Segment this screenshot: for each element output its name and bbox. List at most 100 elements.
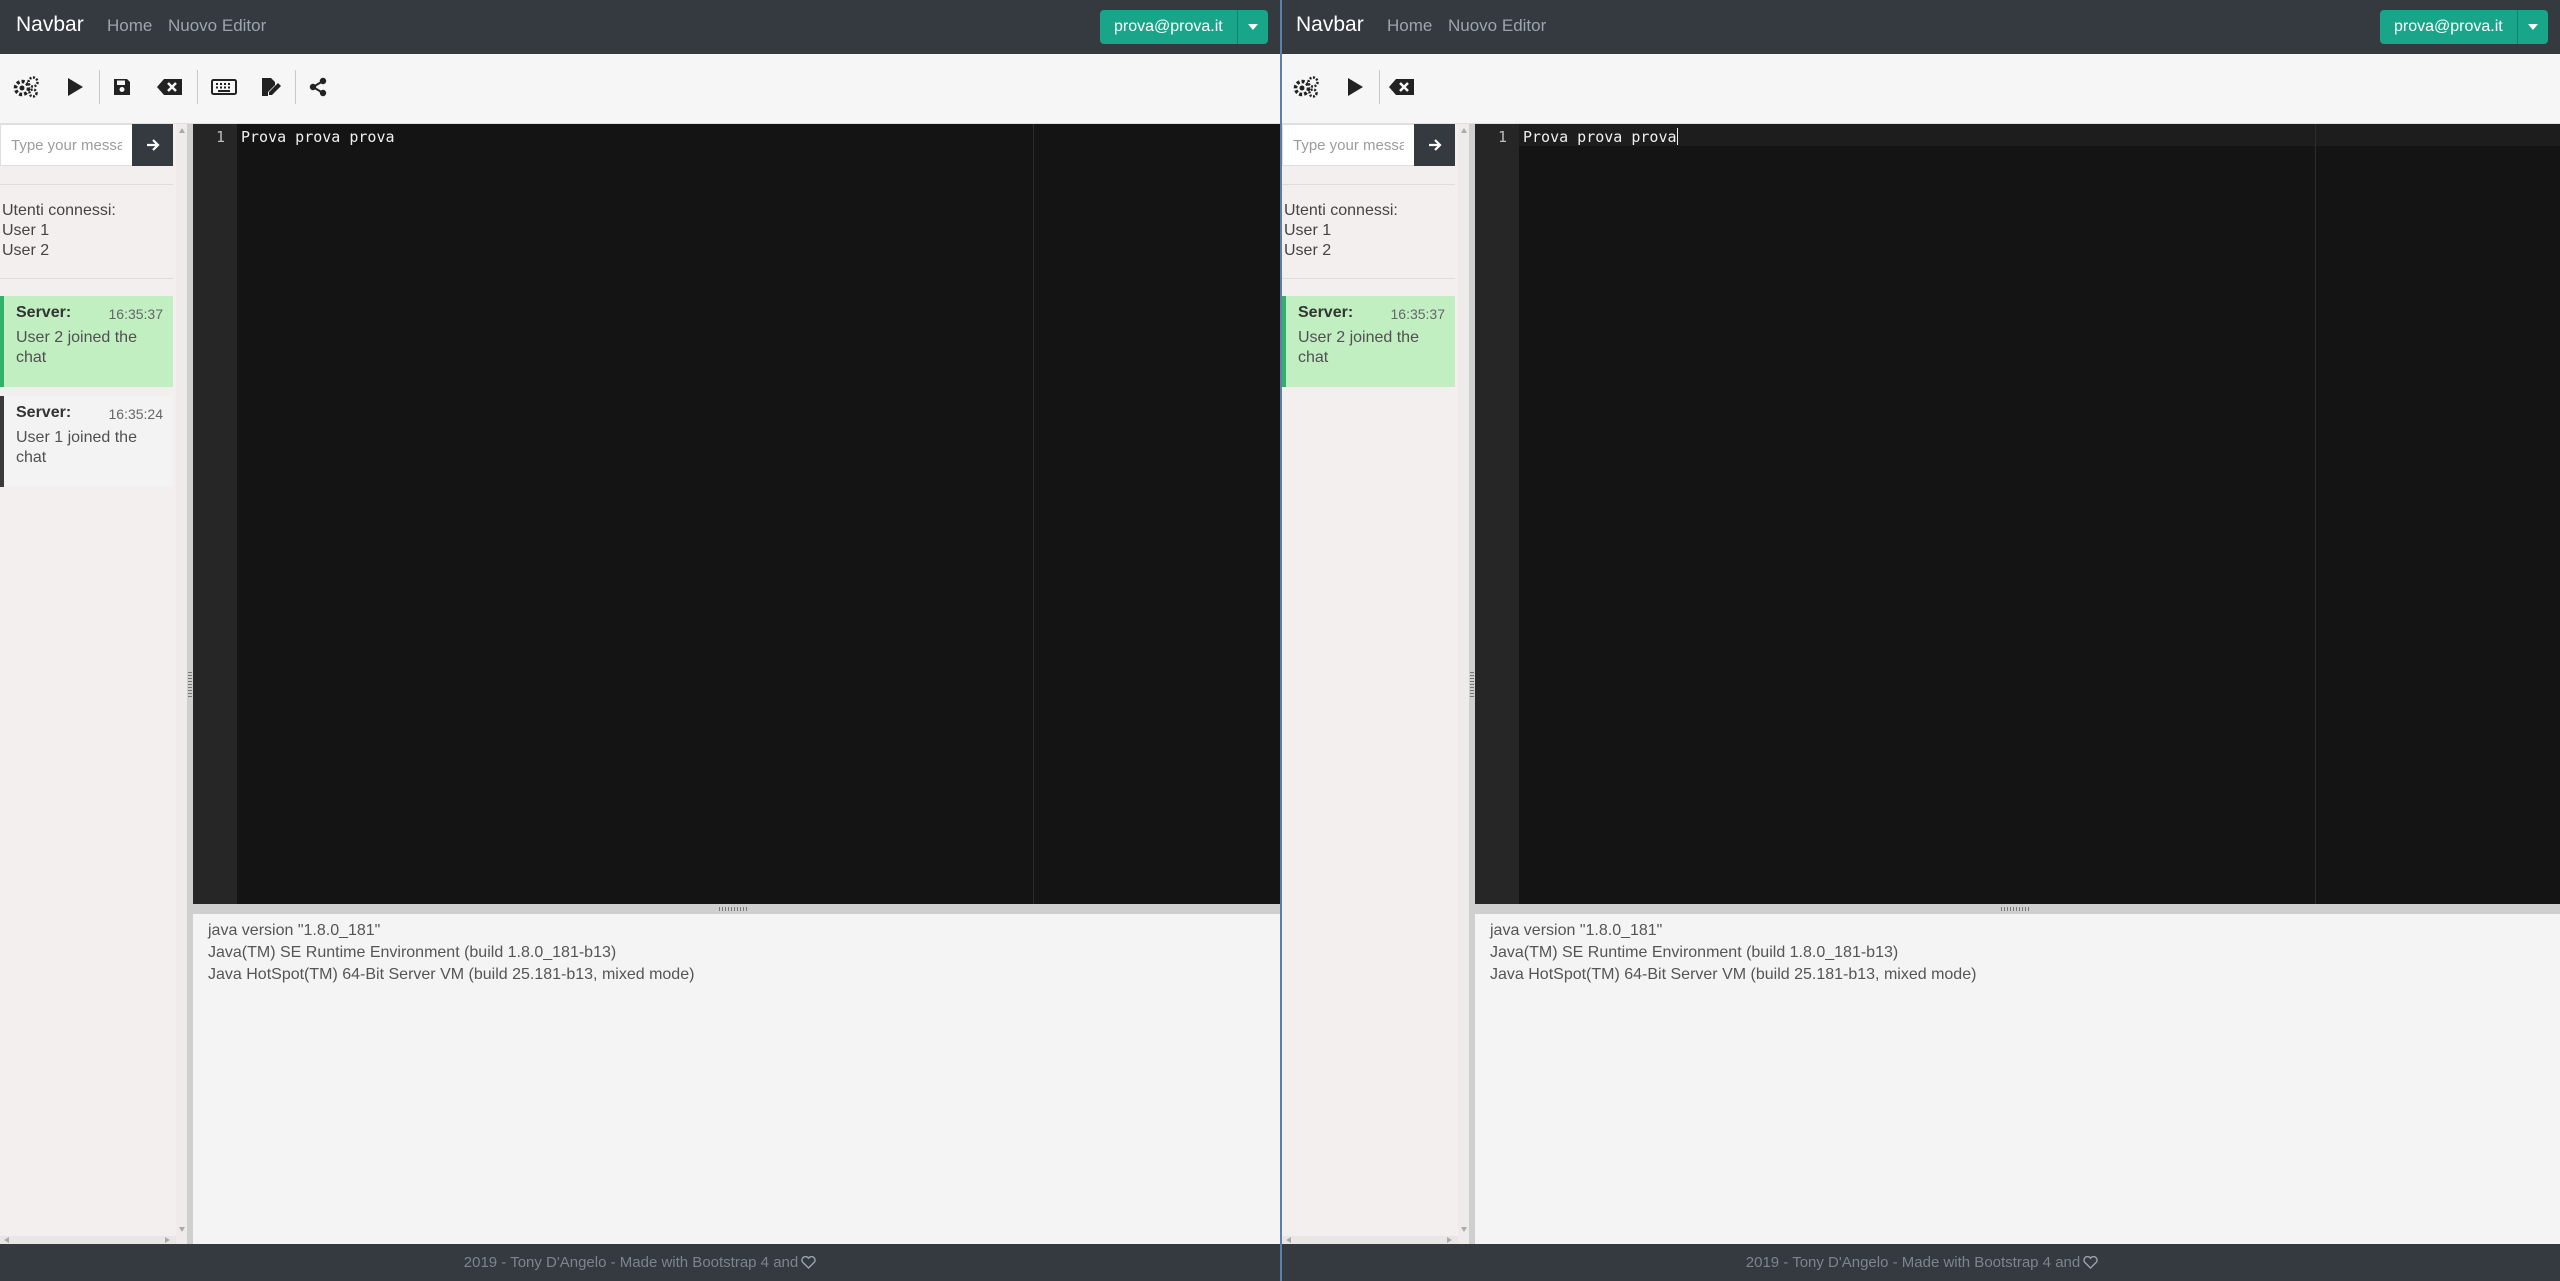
grip-icon — [188, 672, 192, 698]
nav-link-home[interactable]: Home — [107, 16, 152, 36]
save-icon — [114, 79, 130, 95]
console-line: Java(TM) SE Runtime Environment (build 1… — [1490, 944, 1899, 961]
scroll-left-icon — [4, 1237, 9, 1243]
share-icon — [309, 77, 327, 97]
navbar: Navbar Home Nuovo Editor prova@prova.it — [0, 0, 1280, 54]
arrow-right-icon — [1428, 139, 1442, 151]
settings-icon — [13, 76, 39, 98]
code-line[interactable]: Prova prova prova — [1523, 128, 1678, 146]
connected-users: Utenti connessi: User 1 User 2 — [2, 201, 116, 261]
grip-icon — [719, 907, 749, 911]
message-time: 16:35:24 — [108, 406, 164, 422]
footer: 2019 - Tony D'Angelo - Made with Bootstr… — [1282, 1244, 2560, 1281]
divider — [1282, 184, 1455, 185]
chevron-down-icon — [2527, 24, 2538, 30]
heart-icon — [801, 1256, 816, 1269]
console-line: Java HotSpot(TM) 64-Bit Server VM (build… — [208, 966, 695, 983]
footer-credits: 2019 - Tony D'Angelo - Made with Bootstr… — [0, 1254, 1280, 1271]
sidebar-horizontal-scrollbar[interactable] — [1282, 1236, 1458, 1244]
toolbar-divider — [295, 70, 296, 104]
code-line[interactable]: Prova prova prova — [241, 128, 395, 146]
scroll-right-icon — [1447, 1237, 1452, 1243]
clear-button[interactable] — [156, 73, 184, 101]
nav-link-home[interactable]: Home — [1387, 16, 1432, 36]
connected-users: Utenti connessi: User 1 User 2 — [1284, 201, 1398, 261]
console-line: Java HotSpot(TM) 64-Bit Server VM (build… — [1490, 966, 1977, 983]
output-console: java version "1.8.0_181" Java(TM) SE Run… — [193, 914, 1280, 1244]
chat-message-input[interactable] — [1282, 124, 1414, 166]
scroll-left-icon — [1286, 1237, 1291, 1243]
editor-resize-handle[interactable] — [1475, 904, 2560, 914]
navbar: Navbar Home Nuovo Editor prova@prova.it — [1282, 0, 2560, 54]
code-editor[interactable]: 1 Prova prova prova — [193, 124, 1280, 904]
user-dropdown-toggle[interactable] — [1236, 10, 1268, 44]
text-cursor — [1676, 128, 1678, 145]
message-text: User 1 joined the chat — [16, 429, 137, 466]
clear-button[interactable] — [1388, 73, 1416, 101]
toolbar-divider — [197, 70, 198, 104]
grip-icon — [2001, 907, 2031, 911]
chat-sidebar: Utenti connessi: User 1 User 2 Server: 1… — [1282, 124, 1469, 1244]
user-email-button[interactable]: prova@prova.it — [1100, 10, 1237, 44]
edit-icon — [262, 78, 281, 96]
editor-window-right: Navbar Home Nuovo Editor prova@prova.it — [1280, 0, 2560, 1281]
footer: 2019 - Tony D'Angelo - Made with Bootstr… — [0, 1244, 1280, 1281]
run-button[interactable] — [61, 73, 89, 101]
play-icon — [1348, 78, 1363, 96]
divider — [0, 184, 173, 185]
keyboard-button[interactable] — [210, 73, 238, 101]
message-text: User 2 joined the chat — [16, 329, 137, 366]
grip-icon — [1470, 672, 1474, 698]
user-dropdown-toggle[interactable] — [2516, 10, 2548, 44]
navbar-brand[interactable]: Navbar — [1296, 13, 1364, 37]
arrow-right-icon — [146, 139, 160, 151]
connected-user: User 1 — [1284, 222, 1332, 239]
toolbar — [0, 54, 1280, 124]
backspace-icon — [157, 79, 182, 95]
connected-users-label: Utenti connessi: — [2, 202, 116, 219]
share-button[interactable] — [304, 73, 332, 101]
screen: Navbar Home Nuovo Editor prova@prova.it — [0, 0, 2560, 1281]
line-number: 1 — [215, 128, 225, 146]
send-button[interactable] — [1414, 124, 1455, 166]
toolbar-divider — [99, 70, 100, 104]
line-number: 1 — [1497, 128, 1507, 146]
message-time: 16:35:37 — [108, 306, 164, 322]
nav-link-nuovo-editor[interactable]: Nuovo Editor — [1448, 16, 1546, 36]
chat-message-input[interactable] — [0, 124, 132, 166]
scroll-right-icon — [165, 1237, 170, 1243]
sidebar-scrollbar[interactable] — [176, 124, 187, 1244]
sidebar-horizontal-scrollbar[interactable] — [0, 1236, 176, 1244]
footer-text: 2019 - Tony D'Angelo - Made with Bootstr… — [463, 1254, 799, 1271]
settings-button[interactable] — [12, 73, 40, 101]
divider — [1282, 278, 1455, 279]
edit-button[interactable] — [257, 73, 285, 101]
toolbar — [1282, 54, 2560, 124]
chat-sidebar: Utenti connessi: User 1 User 2 Server: 1… — [0, 124, 187, 1244]
nav-link-nuovo-editor[interactable]: Nuovo Editor — [168, 16, 266, 36]
user-dropdown: prova@prova.it — [2380, 10, 2548, 44]
connected-users-label: Utenti connessi: — [1284, 202, 1398, 219]
save-button[interactable] — [108, 73, 136, 101]
connected-user: User 2 — [2, 242, 50, 259]
chat-message: Server: 16:35:24 User 1 joined the chat — [0, 396, 173, 487]
sidebar-scrollbar[interactable] — [1458, 124, 1469, 1244]
output-console: java version "1.8.0_181" Java(TM) SE Run… — [1475, 914, 2560, 1244]
user-email-button[interactable]: prova@prova.it — [2380, 10, 2517, 44]
message-text: User 2 joined the chat — [1298, 329, 1419, 366]
settings-button[interactable] — [1292, 73, 1320, 101]
keyboard-icon — [211, 79, 237, 95]
editor-resize-handle[interactable] — [193, 904, 1280, 914]
editor-gutter — [193, 124, 237, 904]
scroll-down-icon — [179, 1227, 185, 1232]
code-text: Prova prova prova — [1523, 128, 1677, 146]
play-icon — [68, 78, 83, 96]
navbar-brand[interactable]: Navbar — [16, 13, 84, 37]
chat-form — [0, 124, 173, 167]
code-editor[interactable]: 1 Prova prova prova — [1475, 124, 2560, 904]
editor-gutter — [1475, 124, 1519, 904]
console-line: Java(TM) SE Runtime Environment (build 1… — [208, 944, 617, 961]
run-button[interactable] — [1341, 73, 1369, 101]
send-button[interactable] — [132, 124, 173, 166]
message-time: 16:35:37 — [1390, 306, 1446, 322]
